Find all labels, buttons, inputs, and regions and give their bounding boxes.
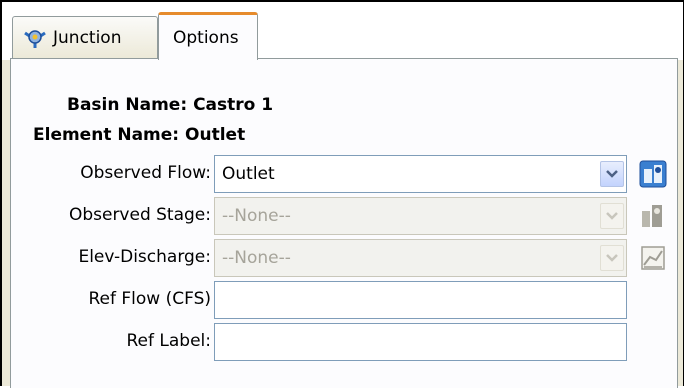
tab-options[interactable]: Options	[158, 12, 258, 60]
observed-flow-data-manager-button[interactable]	[637, 158, 669, 190]
ref-flow-label: Ref Flow (CFS)	[88, 289, 211, 309]
observed-flow-row: Observed Flow: Outlet	[11, 155, 677, 193]
basin-name-label: Basin Name:	[67, 95, 188, 115]
tab-strip: Junction Options	[2, 2, 683, 60]
observed-flow-label: Observed Flow:	[80, 163, 211, 183]
options-panel: Basin Name: Castro 1 Element Name: Outle…	[10, 58, 678, 388]
observed-stage-data-manager-button[interactable]	[637, 200, 669, 232]
element-name-value: Outlet	[185, 125, 246, 145]
element-name-label: Element Name:	[33, 125, 180, 145]
elev-discharge-label: Elev-Discharge:	[78, 247, 211, 267]
elev-discharge-value: --None--	[222, 248, 291, 268]
ref-label-row: Ref Label:	[11, 323, 677, 361]
chevron-down-icon[interactable]	[600, 245, 624, 271]
data-manager-icon	[642, 205, 662, 227]
data-manager-icon	[639, 160, 667, 188]
observed-flow-value: Outlet	[222, 164, 275, 184]
ref-flow-input[interactable]	[214, 281, 627, 319]
basin-name-value: Castro 1	[193, 95, 274, 115]
basin-name-row: Basin Name: Castro 1	[67, 95, 273, 115]
chevron-down-icon[interactable]	[600, 161, 624, 187]
ref-flow-row: Ref Flow (CFS)	[11, 281, 677, 319]
tab-options-label: Options	[173, 27, 239, 48]
observed-stage-label: Observed Stage:	[68, 205, 211, 225]
elev-discharge-paired-data-button[interactable]	[637, 242, 669, 274]
observed-stage-row: Observed Stage: --None--	[11, 197, 677, 235]
ref-label-input[interactable]	[214, 323, 627, 361]
paired-data-icon	[641, 246, 665, 270]
elev-discharge-select[interactable]: --None--	[214, 239, 627, 277]
tab-junction[interactable]: Junction	[12, 16, 158, 58]
elev-discharge-row: Elev-Discharge: --None--	[11, 239, 677, 277]
chevron-down-icon[interactable]	[600, 203, 624, 229]
element-name-row: Element Name: Outlet	[33, 125, 245, 145]
junction-icon	[23, 27, 47, 49]
ref-label-label: Ref Label:	[126, 331, 212, 351]
component-editor-window: Junction Options Basin Name: Castro 1 El…	[0, 0, 684, 388]
observed-stage-select[interactable]: --None--	[214, 197, 627, 235]
observed-flow-select[interactable]: Outlet	[214, 155, 627, 193]
observed-stage-value: --None--	[222, 206, 291, 226]
tab-junction-label: Junction	[53, 27, 122, 48]
